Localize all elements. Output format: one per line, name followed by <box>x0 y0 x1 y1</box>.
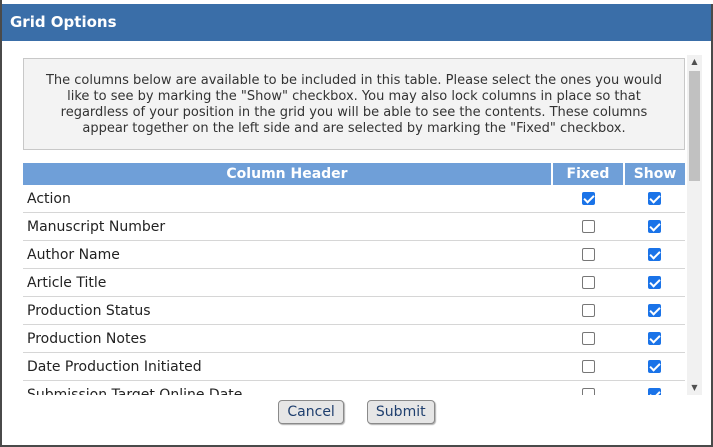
show-checkbox[interactable] <box>648 220 661 233</box>
grid-row: Author Name <box>23 240 685 269</box>
scroll-up-arrow-icon[interactable]: ▲ <box>687 55 702 69</box>
fixed-cell <box>552 268 624 297</box>
show-cell <box>624 352 685 381</box>
fixed-checkbox[interactable] <box>581 388 595 395</box>
scroll-thumb[interactable] <box>689 71 700 181</box>
cancel-button[interactable]: Cancel <box>278 400 344 424</box>
column-name-label: Submission Target Online Date <box>23 380 552 395</box>
show-cell <box>624 268 685 297</box>
fixed-cell <box>552 380 624 395</box>
submit-button[interactable]: Submit <box>366 400 435 424</box>
fixed-checkbox[interactable] <box>581 304 595 317</box>
column-name-label: Production Status <box>23 296 552 325</box>
column-header-heading: Column Header <box>23 163 553 185</box>
fixed-cell <box>552 240 624 269</box>
show-checkbox[interactable] <box>648 332 661 345</box>
vertical-scrollbar[interactable]: ▲ ▼ <box>687 55 702 395</box>
dialog-footer: Cancel Submit <box>2 400 711 424</box>
column-name-label: Date Production Initiated <box>23 352 552 381</box>
column-name-label: Article Title <box>23 268 552 297</box>
dialog-content: The columns below are available to be in… <box>22 55 702 395</box>
grid-row: Production Notes <box>23 324 685 353</box>
show-cell <box>624 380 685 395</box>
fixed-cell <box>552 212 624 241</box>
instructions-text: The columns below are available to be in… <box>23 58 685 150</box>
show-checkbox[interactable] <box>648 360 661 373</box>
show-cell <box>624 296 685 325</box>
scroll-down-arrow-icon[interactable]: ▼ <box>687 381 702 395</box>
column-name-label: Production Notes <box>23 324 552 353</box>
show-checkbox[interactable] <box>648 248 661 261</box>
show-heading: Show <box>624 163 685 185</box>
fixed-checkbox[interactable] <box>581 248 595 261</box>
fixed-checkbox[interactable] <box>581 220 595 233</box>
show-checkbox[interactable] <box>648 192 661 205</box>
show-checkbox[interactable] <box>648 388 661 395</box>
fixed-checkbox[interactable] <box>581 192 595 205</box>
column-name-label: Author Name <box>23 240 552 269</box>
column-options-grid: Column Header Fixed Show Action Manuscrip… <box>23 163 685 395</box>
show-cell <box>624 185 685 213</box>
show-checkbox[interactable] <box>648 276 661 289</box>
fixed-cell <box>552 324 624 353</box>
grid-options-dialog: Grid Options The columns below are avail… <box>0 0 713 447</box>
show-cell <box>624 240 685 269</box>
grid-row: Article Title <box>23 268 685 297</box>
show-cell <box>624 212 685 241</box>
dialog-title: Grid Options <box>2 4 711 41</box>
fixed-heading: Fixed <box>552 163 625 185</box>
fixed-checkbox[interactable] <box>581 360 595 373</box>
fixed-checkbox[interactable] <box>581 332 595 345</box>
column-name-label: Manuscript Number <box>23 212 552 241</box>
grid-header-row: Column Header Fixed Show <box>23 163 685 185</box>
column-name-label: Action <box>23 185 552 213</box>
grid-body: Action Manuscript Number Author Name Articl… <box>23 185 685 395</box>
fixed-cell <box>552 185 624 213</box>
grid-row: Manuscript Number <box>23 212 685 241</box>
show-checkbox[interactable] <box>648 304 661 317</box>
grid-row: Submission Target Online Date <box>23 380 685 395</box>
show-cell <box>624 324 685 353</box>
grid-row: Action <box>23 185 685 213</box>
fixed-cell <box>552 352 624 381</box>
fixed-cell <box>552 296 624 325</box>
grid-row: Date Production Initiated <box>23 352 685 381</box>
grid-row: Production Status <box>23 296 685 325</box>
fixed-checkbox[interactable] <box>581 276 595 289</box>
